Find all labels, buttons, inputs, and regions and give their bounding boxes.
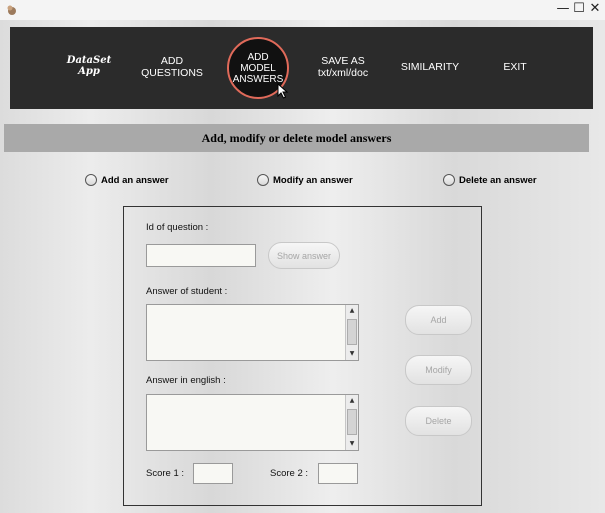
radio-modify-answer-label: Modify an answer xyxy=(273,174,353,186)
window-titlebar: — ☐ ✕ xyxy=(0,0,605,20)
student-answer-text xyxy=(147,305,358,309)
radio-add-answer[interactable]: Add an answer xyxy=(85,173,169,187)
nav-similarity[interactable]: SIMILARITY xyxy=(398,61,462,73)
radio-circle-icon[interactable] xyxy=(85,174,97,186)
score1-label: Score 1 : xyxy=(146,468,185,479)
radio-circle-icon[interactable] xyxy=(257,174,269,186)
radio-delete-answer[interactable]: Delete an answer xyxy=(443,173,537,187)
student-answer-scrollbar[interactable]: ▲ ▼ xyxy=(345,305,358,360)
nav-add-questions[interactable]: ADD QUESTIONS xyxy=(140,55,204,79)
id-question-label: Id of question : xyxy=(146,222,209,233)
student-answer-textarea[interactable]: ▲ ▼ xyxy=(146,304,359,361)
scroll-thumb[interactable] xyxy=(347,319,357,345)
show-answer-button[interactable]: Show answer xyxy=(268,242,340,269)
scroll-up-icon[interactable]: ▲ xyxy=(346,305,358,317)
scroll-thumb[interactable] xyxy=(347,409,357,435)
score2-input[interactable] xyxy=(318,463,358,484)
english-answer-textarea[interactable]: ▲ ▼ xyxy=(146,394,359,451)
maximize-button[interactable]: ☐ xyxy=(572,2,586,16)
score1-input[interactable] xyxy=(193,463,233,484)
scroll-up-icon[interactable]: ▲ xyxy=(346,395,358,407)
english-answer-label: Answer in english : xyxy=(146,375,226,386)
nav-save-as[interactable]: SAVE AS txt/xml/doc xyxy=(310,55,376,79)
minimize-button[interactable]: — xyxy=(556,2,570,16)
english-answer-text xyxy=(147,395,358,399)
close-button[interactable]: ✕ xyxy=(588,2,602,16)
english-answer-scrollbar[interactable]: ▲ ▼ xyxy=(345,395,358,450)
scroll-down-icon[interactable]: ▼ xyxy=(346,438,358,450)
radio-delete-answer-label: Delete an answer xyxy=(459,174,537,186)
section-title: Add, modify or delete model answers xyxy=(4,124,589,152)
mouse-cursor-icon xyxy=(277,83,289,99)
score2-label: Score 2 : xyxy=(270,468,309,479)
modify-button[interactable]: Modify xyxy=(405,355,472,385)
delete-button[interactable]: Delete xyxy=(405,406,472,436)
radio-modify-answer[interactable]: Modify an answer xyxy=(257,173,353,187)
scroll-down-icon[interactable]: ▼ xyxy=(346,348,358,360)
radio-add-answer-label: Add an answer xyxy=(101,174,169,186)
radio-circle-icon[interactable] xyxy=(443,174,455,186)
add-button[interactable]: Add xyxy=(405,305,472,335)
app-logo: DataSet App xyxy=(66,55,112,77)
app-icon xyxy=(7,5,16,15)
student-answer-label: Answer of student : xyxy=(146,286,228,297)
id-question-input[interactable] xyxy=(146,244,256,267)
nav-exit[interactable]: EXIT xyxy=(495,61,535,73)
